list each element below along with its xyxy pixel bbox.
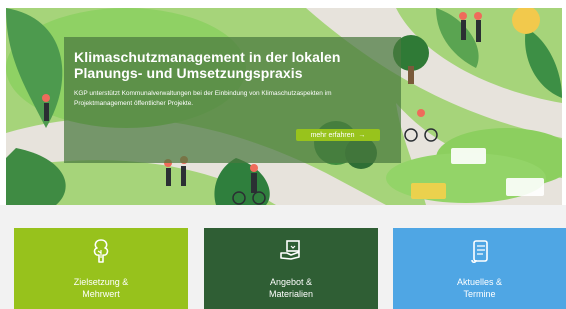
card-label-line2: Materialien — [268, 289, 314, 299]
hero-description: KGP unterstützt Kommunalverwaltungen bei… — [74, 90, 332, 107]
card-label: Zielsetzung & Mehrwert — [14, 276, 188, 300]
tree-icon — [90, 238, 112, 269]
scroll-icon — [469, 238, 491, 269]
card-label: Aktuelles & Termine — [393, 276, 566, 300]
card-label: Angebot & Materialien — [204, 276, 378, 300]
card-label-line1: Angebot & — [269, 277, 313, 287]
card-label-line2: Termine — [463, 289, 496, 299]
hero-overlay: Klimaschutzmanagement in der lokalen Pla… — [64, 37, 401, 163]
hero-banner: Klimaschutzmanagement in der lokalen Pla… — [6, 8, 562, 205]
page: Klimaschutzmanagement in der lokalen Pla… — [0, 0, 566, 309]
hero-title: Klimaschutzmanagement in der lokalen Pla… — [74, 49, 341, 81]
card-label-line1: Aktuelles & — [456, 277, 503, 287]
card-label-line2: Mehrwert — [82, 289, 120, 299]
card-goals[interactable]: Zielsetzung & Mehrwert — [14, 228, 188, 309]
arrow-right-icon: → — [356, 132, 366, 139]
cta-label: mehr erfahren — [310, 132, 355, 139]
card-offer-materials[interactable]: Angebot & Materialien — [204, 228, 378, 309]
card-news-events[interactable]: Aktuelles & Termine — [393, 228, 566, 309]
hand-with-box-icon — [279, 238, 303, 267]
card-label-line1: Zielsetzung & — [73, 277, 129, 287]
more-info-button[interactable]: mehr erfahren → — [296, 129, 380, 141]
